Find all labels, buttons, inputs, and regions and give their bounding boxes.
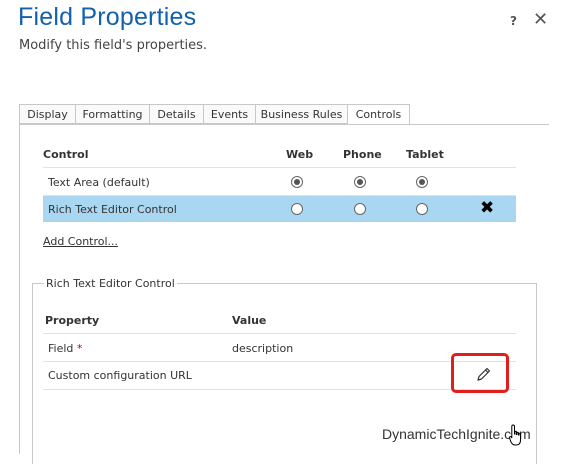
radio-tablet-rich-text[interactable] [416, 203, 428, 215]
column-header-control: Control [43, 148, 89, 161]
column-header-property: Property [45, 314, 100, 327]
row-separator [43, 333, 516, 334]
property-value-field: description [232, 342, 294, 355]
property-label-config-url: Custom configuration URL [48, 369, 192, 382]
tab-events[interactable]: Events [203, 104, 255, 124]
tab-controls[interactable]: Controls [347, 104, 410, 125]
radio-web-rich-text[interactable] [291, 203, 303, 215]
tab-formatting[interactable]: Formatting [75, 104, 149, 124]
control-label-rich-text: Rich Text Editor Control [48, 203, 177, 216]
tab-business-rules[interactable]: Business Rules [255, 104, 347, 124]
row-separator [43, 389, 516, 390]
dialog-subtitle: Modify this field's properties. [19, 38, 208, 53]
column-header-phone: Phone [343, 148, 382, 161]
remove-control-icon[interactable]: ✖ [480, 200, 494, 217]
property-label-field: Field * [48, 342, 83, 355]
close-icon[interactable]: ✕ [533, 9, 548, 30]
tab-panel-left-border [19, 124, 20, 454]
properties-legend: Rich Text Editor Control [44, 277, 177, 290]
column-header-tablet: Tablet [406, 148, 444, 161]
column-header-web: Web [286, 148, 314, 161]
radio-tablet-text-area[interactable] [416, 176, 428, 188]
add-control-link[interactable]: Add Control... [43, 235, 118, 248]
help-button[interactable]: ? [510, 14, 517, 28]
tab-details[interactable]: Details [149, 104, 203, 124]
pencil-icon[interactable] [475, 366, 492, 387]
column-header-value: Value [232, 314, 267, 327]
required-marker: * [76, 342, 83, 355]
mouse-cursor-icon [508, 424, 524, 452]
radio-phone-text-area[interactable] [354, 176, 366, 188]
dialog-title: Field Properties [18, 3, 197, 31]
tab-bar: Display Formatting Details Events Busine… [19, 104, 410, 125]
radio-web-text-area[interactable] [291, 176, 303, 188]
radio-phone-rich-text[interactable] [354, 203, 366, 215]
tab-panel-top-border [19, 124, 549, 125]
row-separator [43, 361, 516, 362]
control-label-text-area: Text Area (default) [48, 176, 150, 189]
row-separator [43, 167, 516, 168]
tab-display[interactable]: Display [19, 104, 75, 124]
